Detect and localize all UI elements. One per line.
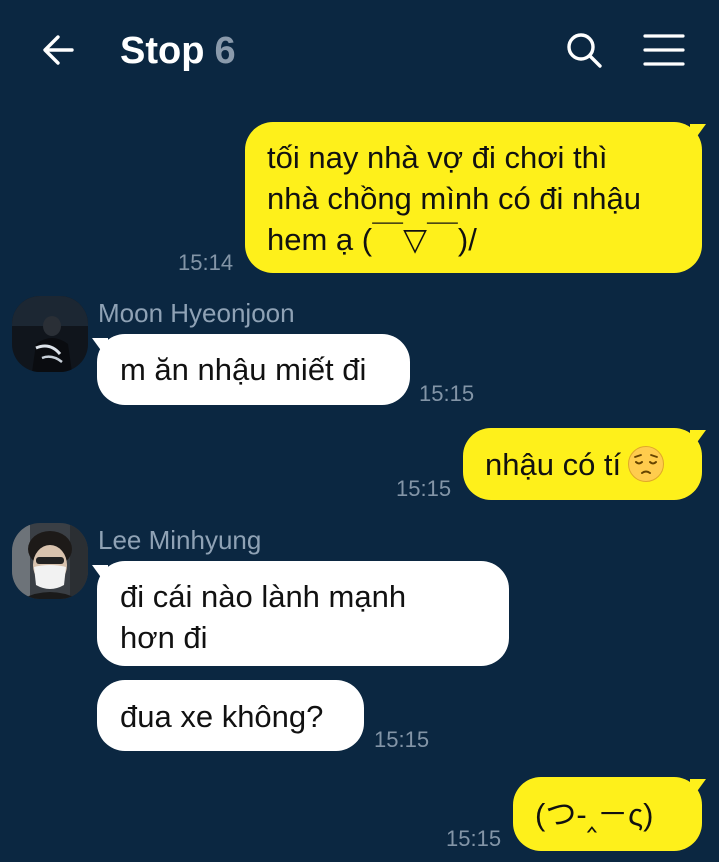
bubble-tail xyxy=(690,779,706,801)
chat-room-name: Stop xyxy=(120,30,205,72)
page-title: Stop 6 xyxy=(120,28,236,74)
pensive-face-icon xyxy=(628,446,665,482)
message-timestamp: 15:15 xyxy=(419,381,475,406)
sender-name: Lee Minhyung xyxy=(98,525,262,555)
arrow-left-icon xyxy=(43,35,74,65)
bubble-tail xyxy=(690,430,706,452)
avatar-photo xyxy=(12,523,88,599)
message-bubble-incoming[interactable]: đi cái nào lành mạnh hơn đi xyxy=(97,561,509,666)
avatar-photo xyxy=(12,296,88,372)
search-button[interactable] xyxy=(562,28,606,72)
message-timestamp: 15:15 xyxy=(374,727,430,752)
message-timestamp: 15:15 xyxy=(446,826,502,851)
message-bubble-outgoing[interactable]: nhậu có tí xyxy=(463,428,702,500)
sender-name: Moon Hyeonjoon xyxy=(98,298,295,328)
message-bubble-outgoing[interactable]: (つ-‸－ς) xyxy=(513,777,702,851)
message-timestamp: 15:15 xyxy=(396,476,452,501)
avatar[interactable] xyxy=(12,523,88,599)
search-icon xyxy=(567,33,602,68)
message-bubble-outgoing[interactable]: tối nay nhà vợ đi chơi thì nhà chồng mìn… xyxy=(245,122,702,273)
hamburger-menu-icon xyxy=(643,34,685,66)
avatar[interactable] xyxy=(12,296,88,372)
menu-button[interactable] xyxy=(640,28,688,72)
bubble-tail xyxy=(690,124,706,146)
message-bubble-incoming[interactable]: đua xe không? xyxy=(97,680,364,751)
message-bubble-incoming[interactable]: m ăn nhậu miết đi xyxy=(97,334,410,405)
chat-header: Stop 6 xyxy=(0,0,719,100)
message-timestamp: 15:14 xyxy=(178,250,234,275)
back-button[interactable] xyxy=(36,28,80,72)
member-count: 6 xyxy=(214,30,236,72)
message-text: nhậu có tí xyxy=(485,447,622,482)
